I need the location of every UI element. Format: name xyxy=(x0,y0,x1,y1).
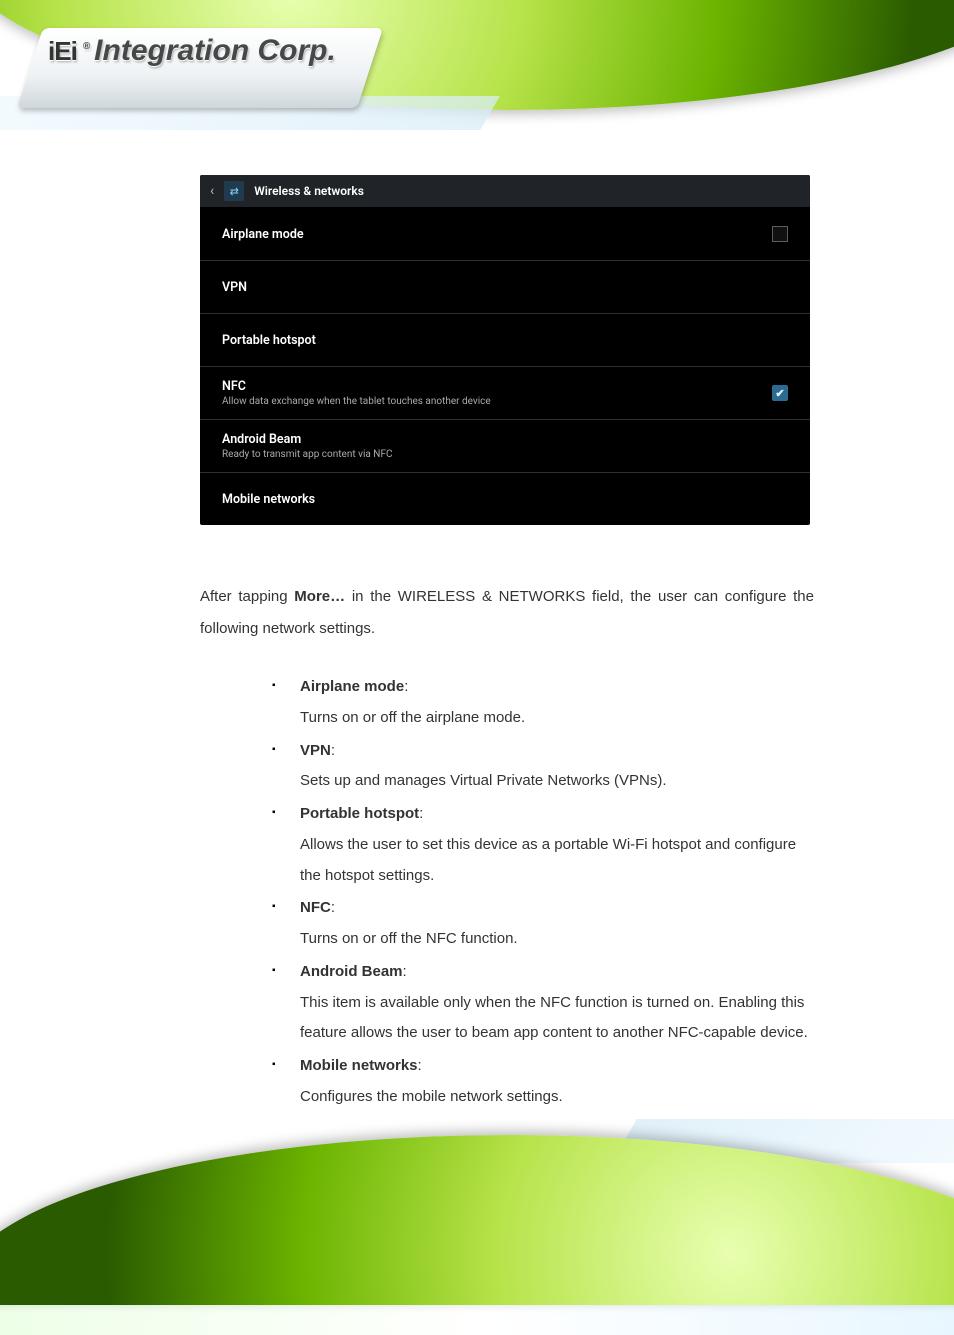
item-title: VPN xyxy=(300,742,331,759)
setting-label: Airplane mode xyxy=(222,227,304,242)
checkbox-checked-icon[interactable]: ✔ xyxy=(772,385,788,401)
android-action-bar: ‹ ⇄ Wireless & networks xyxy=(200,175,810,208)
para-pre: After tapping xyxy=(200,588,294,605)
setting-sublabel: Allow data exchange when the tablet touc… xyxy=(222,396,491,407)
checkbox-unchecked-icon[interactable] xyxy=(772,226,788,242)
setting-row-mobile-networks[interactable]: Mobile networks xyxy=(200,473,810,525)
list-item: VPN: Sets up and manages Virtual Private… xyxy=(272,736,814,798)
item-desc: Allows the user to set this device as a … xyxy=(300,830,814,892)
item-title: Android Beam xyxy=(300,963,403,980)
setting-row-portable-hotspot[interactable]: Portable hotspot xyxy=(200,314,810,367)
item-sep: : xyxy=(331,742,335,759)
item-desc: Turns on or off the NFC function. xyxy=(300,924,814,955)
settings-sliders-icon: ⇄ xyxy=(224,181,244,201)
item-sep: : xyxy=(403,963,407,980)
item-title: Portable hotspot xyxy=(300,805,419,822)
item-desc: Configures the mobile network settings. xyxy=(300,1082,814,1113)
list-item: Airplane mode: Turns on or off the airpl… xyxy=(272,672,814,734)
item-desc: Sets up and manages Virtual Private Netw… xyxy=(300,766,814,797)
list-item: Mobile networks: Configures the mobile n… xyxy=(272,1051,814,1113)
item-desc: This item is available only when the NFC… xyxy=(300,988,814,1050)
setting-label: VPN xyxy=(222,280,247,295)
item-sep: : xyxy=(331,899,335,916)
setting-row-nfc[interactable]: NFC Allow data exchange when the tablet … xyxy=(200,367,810,420)
setting-row-android-beam[interactable]: Android Beam Ready to transmit app conte… xyxy=(200,420,810,473)
android-settings-screenshot: ‹ ⇄ Wireless & networks Airplane mode VP… xyxy=(200,175,810,525)
setting-row-vpn[interactable]: VPN xyxy=(200,261,810,314)
setting-label: Mobile networks xyxy=(222,492,315,507)
list-item: Portable hotspot: Allows the user to set… xyxy=(272,799,814,891)
setting-row-airplane-mode[interactable]: Airplane mode xyxy=(200,208,810,261)
item-title: Mobile networks xyxy=(300,1057,418,1074)
item-title: NFC xyxy=(300,899,331,916)
android-screen-title: Wireless & networks xyxy=(254,184,364,198)
back-icon[interactable]: ‹ xyxy=(210,183,214,199)
list-item: Android Beam: This item is available onl… xyxy=(272,957,814,1049)
para-bold: More… xyxy=(294,588,345,605)
intro-paragraph: After tapping More… in the WIRELESS & NE… xyxy=(200,581,814,644)
setting-label: Portable hotspot xyxy=(222,333,316,348)
item-desc: Turns on or off the airplane mode. xyxy=(300,703,814,734)
setting-label: Android Beam xyxy=(222,432,392,447)
item-sep: : xyxy=(418,1057,422,1074)
setting-label: NFC xyxy=(222,379,491,394)
item-sep: : xyxy=(419,805,423,822)
setting-sublabel: Ready to transmit app content via NFC xyxy=(222,449,392,460)
item-title: Airplane mode xyxy=(300,678,404,695)
settings-description-list: Airplane mode: Turns on or off the airpl… xyxy=(272,672,814,1113)
item-sep: : xyxy=(404,678,408,695)
list-item: NFC: Turns on or off the NFC function. xyxy=(272,893,814,955)
